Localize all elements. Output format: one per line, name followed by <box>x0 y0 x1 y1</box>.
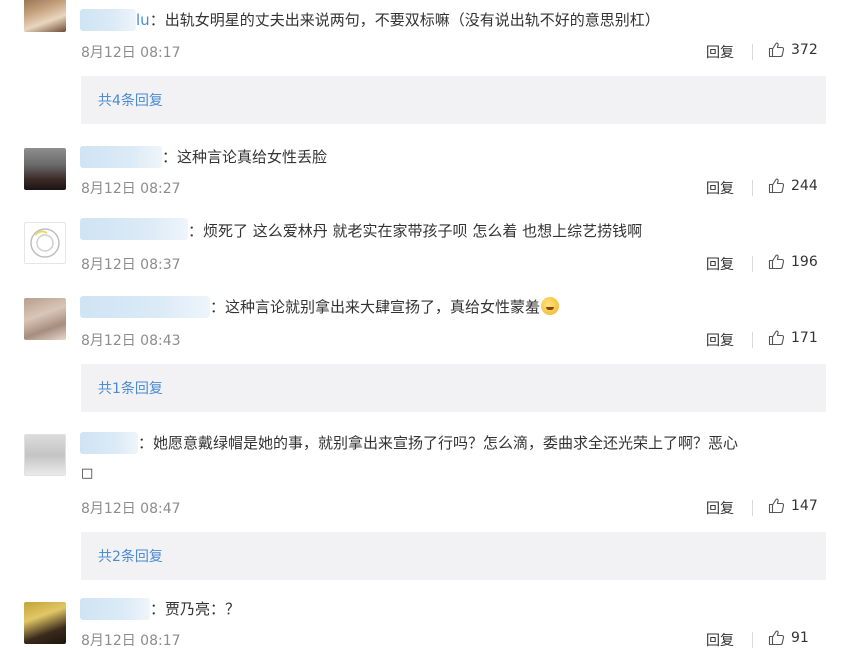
like-count: 244 <box>791 177 818 194</box>
like-count: 196 <box>791 253 818 270</box>
comment-text: ：烦死了 这么爱林丹 就老实在家带孩子呗 怎么着 也想上综艺捞钱啊 <box>188 222 643 240</box>
timestamp: 8月12日 08:43 <box>81 333 181 349</box>
reply-button[interactable]: 回复 <box>706 254 734 274</box>
avatar[interactable] <box>24 0 66 32</box>
timestamp: 8月12日 08:37 <box>81 257 181 273</box>
divider <box>752 332 753 348</box>
username-blurred[interactable] <box>80 9 136 31</box>
more-replies-link[interactable]: 共4条回复 <box>98 90 163 110</box>
comment-text: ：这种言论就别拿出来大肆宣扬了，真给女性蒙羞 <box>210 296 560 318</box>
username-fragment[interactable]: lu <box>136 11 150 29</box>
username-blurred[interactable] <box>80 218 188 240</box>
comment-text: ：贾乃亮：？ <box>150 600 241 618</box>
crying-laughing-emoji-icon <box>541 297 560 315</box>
comment-body: 她愿意戴绿帽是她的事，就别拿出来宣扬了行吗？怎么滴，委曲求全还光荣上了啊？恶心 <box>153 434 739 452</box>
avatar[interactable] <box>24 434 66 476</box>
reply-button[interactable]: 回复 <box>706 42 734 62</box>
replies-box: 共2条回复 <box>81 532 826 580</box>
thumbs-up-icon <box>768 178 785 194</box>
thumbs-up-icon <box>768 498 785 514</box>
timestamp: 8月12日 08:17 <box>81 633 181 649</box>
username-blurred[interactable] <box>80 296 210 318</box>
timestamp: 8月12日 08:17 <box>81 45 181 61</box>
comment-text: lu：出轨女明星的丈夫出来说两句，不要双标嘛（没有说出轨不好的意思别杠） <box>136 11 660 29</box>
divider <box>752 500 753 516</box>
username-blurred[interactable] <box>80 146 162 168</box>
like-count: 147 <box>791 497 818 514</box>
replies-box: 共4条回复 <box>81 76 826 124</box>
comment-body: 贾乃亮：？ <box>165 600 241 618</box>
like-count: 91 <box>791 629 809 646</box>
thumbs-up-icon <box>768 42 785 58</box>
like-button[interactable]: 196 <box>768 253 818 270</box>
avatar[interactable] <box>24 222 66 264</box>
comment-body: 这种言论就别拿出来大肆宣扬了，真给女性蒙羞 <box>225 298 541 316</box>
divider <box>752 256 753 272</box>
divider <box>752 180 753 196</box>
avatar[interactable] <box>24 298 66 340</box>
comment-body: 出轨女明星的丈夫出来说两句，不要双标嘛（没有说出轨不好的意思别杠） <box>164 11 660 29</box>
comment-text: ：她愿意戴绿帽是她的事，就别拿出来宣扬了行吗？怎么滴，委曲求全还光荣上了啊？恶心 <box>138 434 739 452</box>
comment-body: 烦死了 这么爱林丹 就老实在家带孩子呗 怎么着 也想上综艺捞钱啊 <box>203 222 643 240</box>
like-button[interactable]: 372 <box>768 41 818 58</box>
like-button[interactable]: 244 <box>768 177 818 194</box>
divider <box>752 632 753 648</box>
divider <box>752 44 753 60</box>
avatar[interactable] <box>24 148 66 190</box>
reply-button[interactable]: 回复 <box>706 178 734 198</box>
comment-text-overflow: □ <box>81 466 94 481</box>
avatar[interactable] <box>24 602 66 644</box>
comment-text: ：这种言论真给女性丢脸 <box>162 148 328 166</box>
more-replies-link[interactable]: 共1条回复 <box>98 378 163 398</box>
timestamp: 8月12日 08:27 <box>81 181 181 197</box>
reply-button[interactable]: 回复 <box>706 330 734 350</box>
like-count: 372 <box>791 41 818 58</box>
thumbs-up-icon <box>768 330 785 346</box>
more-replies-link[interactable]: 共2条回复 <box>98 546 163 566</box>
like-count: 171 <box>791 329 818 346</box>
reply-button[interactable]: 回复 <box>706 630 734 650</box>
replies-box: 共1条回复 <box>81 364 826 412</box>
username-blurred[interactable] <box>80 432 138 454</box>
comment-body: 这种言论真给女性丢脸 <box>177 148 328 166</box>
swirl-avatar-image <box>30 228 60 258</box>
username-blurred[interactable] <box>80 598 150 620</box>
thumbs-up-icon <box>768 630 785 646</box>
like-button[interactable]: 91 <box>768 629 809 646</box>
like-button[interactable]: 147 <box>768 497 818 514</box>
like-button[interactable]: 171 <box>768 329 818 346</box>
timestamp: 8月12日 08:47 <box>81 501 181 517</box>
thumbs-up-icon <box>768 254 785 270</box>
reply-button[interactable]: 回复 <box>706 498 734 518</box>
